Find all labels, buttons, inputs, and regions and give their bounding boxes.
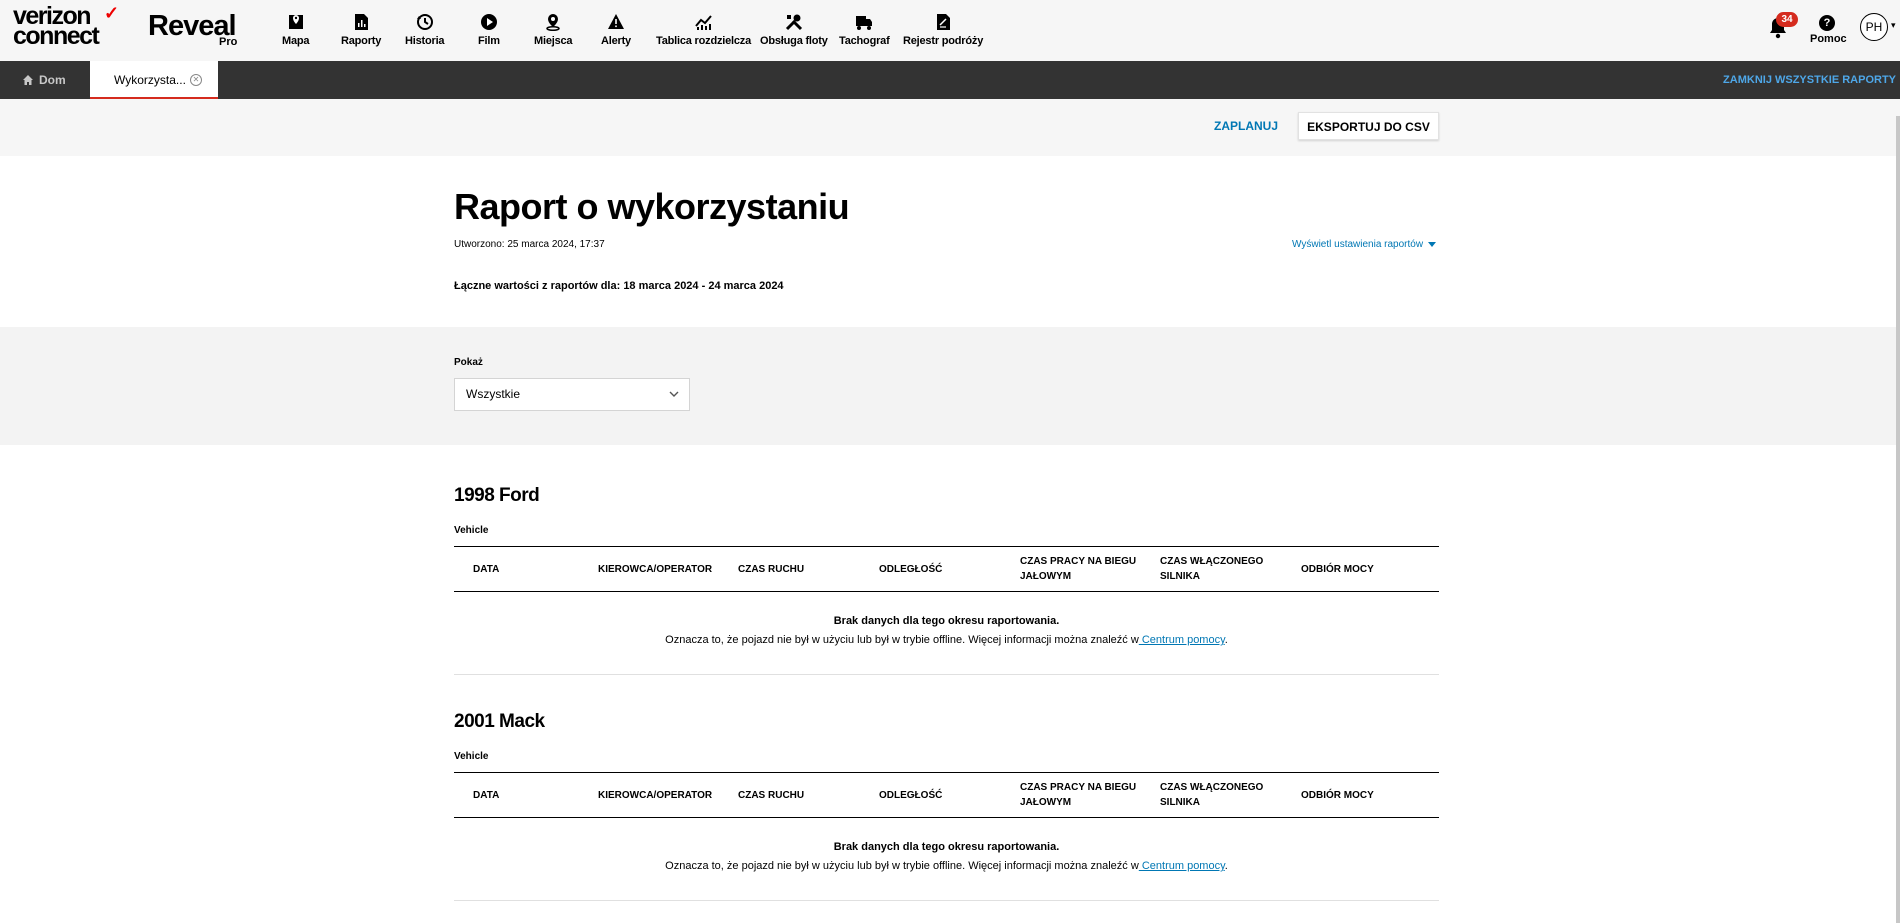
column-header-distance[interactable]: ODLEGŁOŚĆ [879,773,999,817]
report-totals-period: Łączne wartości z raportów dla: 18 marca… [454,280,784,292]
no-data-message: Oznacza to, że pojazd nie był w użyciu l… [454,860,1439,872]
column-header-pto[interactable]: ODBIÓR MOCY [1301,547,1431,591]
no-data-suffix: . [1224,634,1228,646]
column-header-date[interactable]: DATA [473,773,583,817]
nav-label-dashboard: Tablica rozdzielcza [656,35,752,47]
vehicle-type: Vehicle [454,751,489,762]
column-header-idle-time[interactable]: CZAS PRACY NA BIEGU JAŁOWYM [1020,773,1150,817]
column-header-drive-time[interactable]: CZAS RUCHU [738,773,858,817]
no-data-suffix: . [1224,860,1228,872]
nav-label-trip-log: Rejestr podróży [903,35,984,47]
column-header-date[interactable]: DATA [473,547,583,591]
no-data-title: Brak danych dla tego okresu raportowania… [833,841,1060,853]
help-button[interactable]: ? Pomoc [1810,15,1847,45]
nav-label-film: Film [478,35,500,47]
close-tab-icon[interactable]: ✕ [190,74,202,86]
nav-item-history[interactable]: Historia [405,13,445,53]
no-data-text: Oznacza to, że pojazd nie był w użyciu l… [665,860,1139,872]
nav-item-alerts[interactable]: Alerty [601,13,631,53]
nav-label-map: Mapa [282,35,310,47]
avatar-chevron-down-icon[interactable]: ▾ [1891,20,1896,31]
show-report-settings-label: Wyświetl ustawienia raportów [1292,239,1424,250]
no-data-message: Oznacza to, że pojazd nie był w użyciu l… [454,634,1439,646]
page-scrollbar[interactable] [1896,116,1900,923]
map-icon [288,15,303,29]
column-header-pto[interactable]: ODBIÓR MOCY [1301,773,1431,817]
table-header: DATA KIEROWCA/OPERATOR CZAS RUCHU ODLEGŁ… [454,772,1439,818]
help-label: Pomoc [1810,33,1847,45]
nav-label-history: Historia [405,35,445,47]
column-header-distance[interactable]: ODLEGŁOŚĆ [879,547,999,591]
dashboard-icon [694,15,712,30]
play-icon [480,14,497,30]
vehicle-section: 1998 Ford Vehicle DATA KIEROWCA/OPERATOR… [454,485,1439,685]
chevron-down-icon [669,391,679,397]
vehicle-name: 2001 Mack [454,711,545,732]
places-icon [546,14,560,31]
history-icon [416,14,433,30]
nav-item-dashboard[interactable]: Tablica rozdzielcza [656,13,751,53]
notification-count-badge: 34 [1776,12,1798,27]
export-csv-button[interactable]: EKSPORTUJ DO CSV [1298,112,1439,140]
verizon-connect-logo[interactable]: verizon connect ✓ [13,3,119,49]
home-icon [23,75,33,85]
nav-label-fleet-service: Obsługa floty [760,35,828,47]
section-divider [454,674,1439,675]
nav-item-reports[interactable]: Raporty [341,13,381,53]
caret-down-icon [1428,241,1437,247]
close-all-reports-link[interactable]: ZAMKNIJ WSZYSTKIE RAPORTY [1723,61,1896,99]
nav-item-film[interactable]: Film [478,13,500,53]
page-title: Raport o wykorzystaniu [454,186,850,227]
user-avatar[interactable]: PH [1860,13,1888,41]
no-data-text: Oznacza to, że pojazd nie był w użyciu l… [665,634,1139,646]
show-report-settings-link[interactable]: Wyświetl ustawienia raportów [1292,239,1437,250]
table-header: DATA KIEROWCA/OPERATOR CZAS RUCHU ODLEGŁ… [454,546,1439,592]
alert-icon [607,14,624,29]
tab-home[interactable]: Dom [0,61,90,99]
nav-label-tachograph: Tachograf [839,35,890,47]
top-navigation-bar: verizon connect ✓ Reveal Pro Mapa Raport… [0,0,1900,61]
logbook-icon [937,14,951,30]
column-header-driver[interactable]: KIEROWCA/OPERATOR [598,773,728,817]
logo-checkmark-icon: ✓ [104,3,119,23]
report-action-bar: ZAPLANUJ EKSPORTUJ DO CSV [0,99,1900,156]
show-filter-value: Wszystkie [466,387,520,401]
filter-panel: Pokaż Wszystkie [0,327,1900,445]
column-header-engine-on-time[interactable]: CZAS WŁĄCZONEGO SILNIKA [1160,547,1290,591]
tab-usage-report-label: Wykorzysta... [114,73,186,87]
column-header-drive-time[interactable]: CZAS RUCHU [738,547,858,591]
truck-icon [856,16,873,30]
help-center-link[interactable]: Centrum pomocy [1139,860,1225,872]
created-timestamp: Utworzono: 25 marca 2024, 17:37 [454,239,605,250]
nav-item-trip-log[interactable]: Rejestr podróży [903,13,983,53]
schedule-button[interactable]: ZAPLANUJ [1210,113,1282,139]
show-filter-select[interactable]: Wszystkie [454,378,690,411]
nav-item-places[interactable]: Miejsca [534,13,573,53]
report-tab-bar: Dom Wykorzysta... ✕ ZAMKNIJ WSZYSTKIE RA… [0,61,1900,99]
filter-label: Pokaż [454,357,483,368]
vehicle-type: Vehicle [454,525,489,536]
nav-item-fleet-service[interactable]: Obsługa floty [760,13,828,53]
logo-text: verizon connect [13,2,100,50]
vehicle-name: 1998 Ford [454,485,540,506]
help-icon: ? [1819,15,1835,31]
column-header-idle-time[interactable]: CZAS PRACY NA BIEGU JAŁOWYM [1020,547,1150,591]
tools-icon [785,14,802,31]
section-divider [454,900,1439,901]
column-header-driver[interactable]: KIEROWCA/OPERATOR [598,547,728,591]
tab-home-label: Dom [39,73,66,87]
vehicle-section: 2001 Mack Vehicle DATA KIEROWCA/OPERATOR… [454,711,1439,911]
column-header-engine-on-time[interactable]: CZAS WŁĄCZONEGO SILNIKA [1160,773,1290,817]
no-data-title: Brak danych dla tego okresu raportowania… [833,615,1060,627]
nav-item-tachograph[interactable]: Tachograf [839,13,890,53]
tab-usage-report[interactable]: Wykorzysta... ✕ [90,61,218,99]
nav-label-alerts: Alerty [601,35,631,47]
product-tier: Pro [219,36,238,48]
help-center-link[interactable]: Centrum pomocy [1139,634,1225,646]
nav-label-reports: Raporty [341,35,382,47]
nav-item-map[interactable]: Mapa [282,13,310,53]
nav-label-places: Miejsca [534,35,573,47]
reports-icon [355,14,369,30]
